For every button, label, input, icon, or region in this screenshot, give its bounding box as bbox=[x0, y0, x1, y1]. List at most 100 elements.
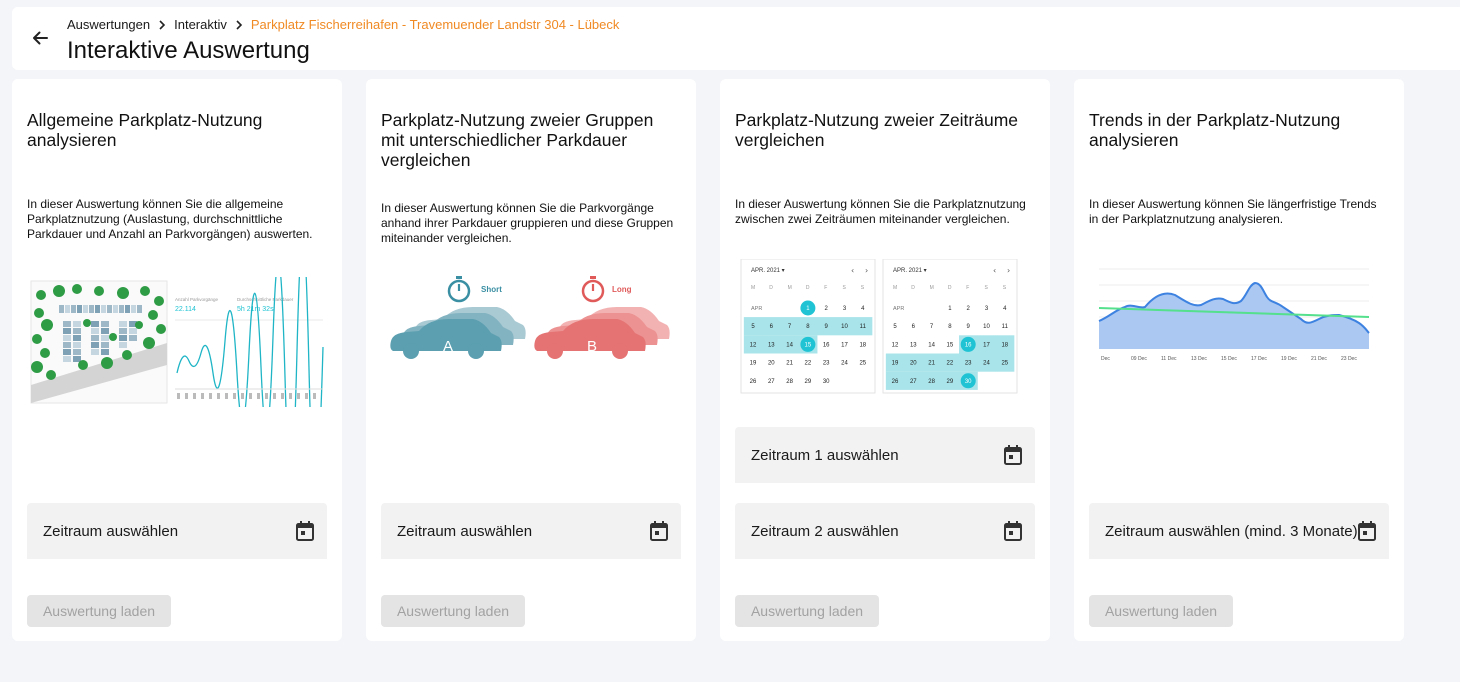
weekday-label: F bbox=[824, 285, 827, 291]
car-a-label: A bbox=[443, 338, 453, 355]
breadcrumb-auswertungen[interactable]: Auswertungen bbox=[67, 17, 150, 32]
breadcrumb-interaktiv[interactable]: Interaktiv bbox=[174, 17, 227, 32]
period-2-select-field[interactable]: Zeitraum 2 auswählen bbox=[735, 503, 1035, 559]
period-1-select-field[interactable]: Zeitraum 1 auswählen bbox=[735, 427, 1035, 483]
calendar-icon[interactable] bbox=[295, 520, 315, 542]
calendar-day: 25 bbox=[859, 361, 866, 367]
card-two-groups: Parkplatz-Nutzung zweier Gruppen mit unt… bbox=[366, 79, 696, 641]
calendar-day: 22 bbox=[947, 361, 954, 367]
breadcrumb: Auswertungen Interaktiv Parkplatz Fische… bbox=[67, 17, 619, 32]
period-select-field[interactable]: Zeitraum auswählen bbox=[381, 503, 681, 559]
load-analysis-button[interactable]: Auswertung laden bbox=[381, 595, 525, 627]
weekday-label: M bbox=[893, 285, 897, 291]
month-row-label: APR bbox=[893, 306, 904, 312]
calendar-day: 25 bbox=[1001, 361, 1008, 367]
x-tick-label: Dec bbox=[1101, 356, 1110, 362]
load-analysis-button[interactable]: Auswertung laden bbox=[27, 595, 171, 627]
chevron-right-icon bbox=[235, 19, 243, 30]
month-row-label: APR bbox=[751, 306, 762, 312]
calendar-day: 10 bbox=[983, 324, 990, 330]
stopwatch-icon bbox=[447, 276, 471, 303]
x-tick-label: 19 Dec bbox=[1281, 356, 1297, 362]
calendar-day: 20 bbox=[768, 361, 775, 367]
calendar-day: 27 bbox=[910, 379, 917, 385]
calendar-day: 11 bbox=[1002, 324, 1009, 330]
weekday-label: D bbox=[769, 285, 773, 291]
breadcrumb-parkplatz: Parkplatz Fischerreihafen - Travemuender… bbox=[250, 17, 620, 32]
x-tick-label: 09 Dec bbox=[1131, 356, 1147, 362]
calendar-icon[interactable] bbox=[1003, 520, 1023, 542]
calendar-icon[interactable] bbox=[649, 520, 669, 542]
calendar-day: 18 bbox=[859, 342, 866, 348]
page-header: Auswertungen Interaktiv Parkplatz Fische… bbox=[12, 7, 1460, 70]
calendar-day: 24 bbox=[841, 361, 848, 367]
card-trends: Trends in der Parkplatz-Nutzung analysie… bbox=[1074, 79, 1404, 641]
chevron-left-icon: ‹ bbox=[993, 266, 996, 275]
card-two-periods: Parkplatz-Nutzung zweier Zeiträume vergl… bbox=[720, 79, 1050, 641]
stat-label-count: Anzahl Parkvorgänge bbox=[175, 297, 219, 302]
calendar-month-label: APR. 2021 ▾ bbox=[893, 268, 927, 274]
stat-value-duration: 5h 21m 32s bbox=[237, 306, 274, 313]
calendar-day: 15 bbox=[947, 342, 954, 348]
x-tick-label: 13 Dec bbox=[1191, 356, 1207, 362]
calendar-day: 14 bbox=[786, 342, 793, 348]
calendar-day: 29 bbox=[805, 379, 812, 385]
calendar-day: 23 bbox=[965, 361, 972, 367]
general-usage-illustration: Anzahl Parkvorgänge 22.114 Durchschnittl… bbox=[27, 236, 327, 492]
stat-value-count: 22.114 bbox=[175, 306, 196, 313]
x-tick-label: 21 Dec bbox=[1311, 356, 1327, 362]
calendar-day: 19 bbox=[892, 361, 899, 367]
page-title: Interaktive Auswertung bbox=[67, 37, 310, 64]
period-select-field[interactable]: Zeitraum auswählen bbox=[27, 503, 327, 559]
weekday-label: F bbox=[966, 285, 969, 291]
calendar-day: 17 bbox=[983, 342, 990, 348]
stopwatch-icon bbox=[581, 276, 605, 303]
calendar-day: 26 bbox=[750, 379, 757, 385]
calendar-day: 30 bbox=[965, 379, 972, 385]
chevron-left-icon: ‹ bbox=[851, 266, 854, 275]
weekday-label: M bbox=[751, 285, 755, 291]
card-title: Parkplatz-Nutzung zweier Gruppen mit unt… bbox=[381, 110, 654, 170]
calendar-day: 17 bbox=[841, 342, 848, 348]
calendar-day: 30 bbox=[823, 379, 830, 385]
x-tick-label: 17 Dec bbox=[1251, 356, 1267, 362]
x-tick-label: 23 Dec bbox=[1341, 356, 1357, 362]
calendar-day: 24 bbox=[983, 361, 990, 367]
calendar-icon[interactable] bbox=[1003, 444, 1023, 466]
trends-illustration: Dec 09 Dec 11 Dec 13 Dec 15 Dec 17 Dec 19 Dec 2… bbox=[1089, 261, 1389, 369]
weekday-label: M bbox=[930, 285, 934, 291]
card-description: In dieser Auswertung können Sie die Park… bbox=[381, 201, 674, 245]
card-description: In dieser Auswertung können Sie die allg… bbox=[27, 197, 313, 241]
calendar-month-label: APR. 2021 ▾ bbox=[751, 268, 785, 274]
card-title: Parkplatz-Nutzung zweier Zeiträume vergl… bbox=[735, 110, 1019, 150]
weekday-label: D bbox=[948, 285, 952, 291]
field-label: Zeitraum auswählen bbox=[43, 523, 179, 540]
card-general-usage: Allgemeine Parkplatz-Nutzung analysieren… bbox=[12, 79, 342, 641]
card-title: Allgemeine Parkplatz-Nutzung analysieren bbox=[27, 110, 263, 150]
period-select-field-min-3-months[interactable]: Zeitraum auswählen (mind. 3 Monate) bbox=[1089, 503, 1389, 559]
short-label: Short bbox=[481, 285, 502, 294]
calendar-day: 21 bbox=[786, 361, 793, 367]
weekday-label: M bbox=[788, 285, 792, 291]
calendar-day: 16 bbox=[965, 342, 972, 348]
calendar-day: 14 bbox=[928, 342, 935, 348]
calendar-day: 11 bbox=[860, 324, 867, 330]
field-label: Zeitraum auswählen bbox=[397, 523, 533, 540]
calendar-day: 22 bbox=[805, 361, 812, 367]
back-button[interactable] bbox=[26, 24, 54, 52]
calendar-day: 18 bbox=[1001, 342, 1008, 348]
weekday-label: D bbox=[911, 285, 915, 291]
calendar-day: 20 bbox=[910, 361, 917, 367]
calendar-icon[interactable] bbox=[1357, 520, 1377, 542]
calendar-day: 28 bbox=[928, 379, 935, 385]
calendar-day: 16 bbox=[823, 342, 830, 348]
card-title: Trends in der Parkplatz-Nutzung analysie… bbox=[1089, 110, 1341, 150]
calendar-day: 13 bbox=[910, 342, 917, 348]
field-label: Zeitraum 2 auswählen bbox=[751, 523, 899, 540]
load-analysis-button[interactable]: Auswertung laden bbox=[1089, 595, 1233, 627]
calendar-day: 19 bbox=[750, 361, 757, 367]
load-analysis-button[interactable]: Auswertung laden bbox=[735, 595, 879, 627]
stat-label-duration: Durchschnittliche Parkdauer bbox=[237, 297, 294, 302]
field-label: Zeitraum auswählen (mind. 3 Monate) bbox=[1105, 523, 1358, 540]
calendar-day: 13 bbox=[768, 342, 775, 348]
